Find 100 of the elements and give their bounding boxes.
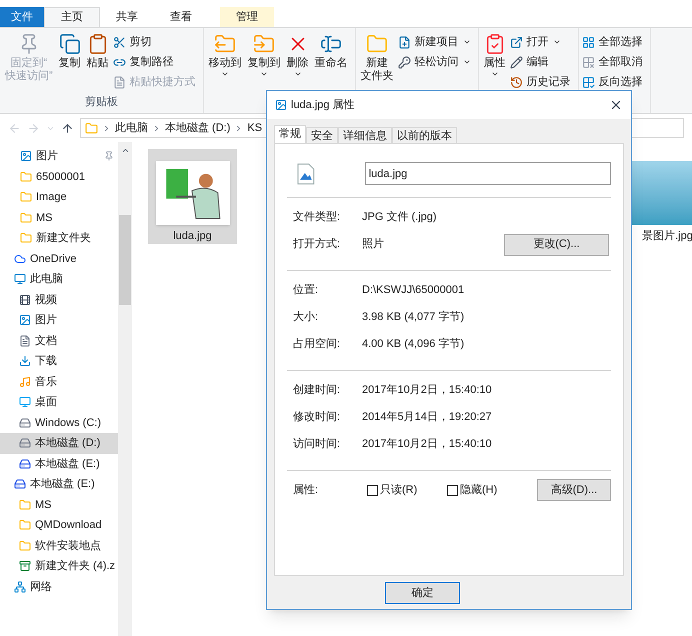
nav-item[interactable]: MS [0, 208, 118, 228]
docs-icon [19, 334, 31, 347]
nav-item[interactable]: 新建文件夹 (4).z [0, 556, 118, 576]
caret-icon [490, 70, 499, 78]
nav-item[interactable]: 网络 [0, 576, 118, 597]
property-value: 2017年10月2日，15:40:10 [362, 437, 492, 452]
attribute-checkbox[interactable]: 隐藏(H) [447, 482, 527, 498]
file-item[interactable]: luda.jpg [148, 149, 237, 244]
nav-item[interactable]: QMDownload [0, 515, 118, 536]
ribbon-tab[interactable]: 查看 [154, 7, 208, 27]
file-item[interactable]: 景图片.jpg [623, 149, 692, 244]
ribbon-button[interactable]: 历史记录 [510, 73, 575, 91]
dialog-title: luda.jpg 属性 [291, 98, 355, 113]
nav-item[interactable]: 音乐 [0, 372, 118, 392]
close-icon[interactable] [609, 98, 623, 112]
nav-item[interactable]: 本地磁盘 (E:) [0, 454, 118, 474]
nav-item[interactable]: 65000001 [0, 166, 118, 187]
nav-item[interactable]: 下载 [0, 351, 118, 372]
nav-item[interactable]: 桌面 [0, 392, 118, 412]
ribbon-button[interactable]: 粘贴 [84, 33, 111, 94]
property-label: 修改时间: [292, 410, 342, 426]
nav-item[interactable]: MS [0, 494, 118, 515]
ribbon-button[interactable]: 编辑 [510, 53, 575, 71]
ribbon-button[interactable]: 反向选择 [582, 73, 647, 91]
netdrive-icon [19, 458, 31, 470]
nav-item[interactable]: Windows (C:) [0, 412, 118, 433]
nav-item[interactable]: OneDrive [0, 248, 118, 269]
ribbon-button[interactable]: 轻松访问 [398, 53, 475, 71]
ribbon-icon [112, 36, 126, 48]
dialog-tab[interactable]: 常规 [274, 125, 306, 143]
ribbon-icon [320, 33, 342, 55]
ribbon-button[interactable]: 复制到 [246, 33, 283, 113]
ribbon-tab[interactable]: 管理 [220, 7, 274, 27]
property-label: 访问时间: [292, 436, 342, 452]
dialog-button[interactable]: 确定 [385, 582, 460, 604]
property-label: 创建时间: [292, 383, 342, 398]
ribbon-button[interactable]: 复制路径 [112, 53, 200, 71]
cloud-icon [14, 252, 26, 265]
nav-item[interactable]: 文档 [0, 330, 118, 351]
nav-item[interactable]: 本地磁盘 (D:) [0, 433, 118, 454]
pictures-icon [20, 150, 32, 162]
ribbon-tab[interactable]: 共享 [100, 7, 154, 27]
ribbon-button[interactable]: 全部选择 [582, 33, 647, 51]
ribbon-tab[interactable]: 文件 [0, 7, 44, 27]
nav-item[interactable]: 图片 [0, 310, 118, 330]
file-name: 景图片.jpg [642, 228, 692, 244]
ribbon-button[interactable]: 新建项目 [398, 33, 475, 51]
nav-item[interactable]: 视频 [0, 290, 118, 310]
dialog-tab[interactable]: 以前的版本 [392, 127, 457, 143]
ribbon-icon [253, 33, 276, 55]
ribbon-button[interactable]: 复制 [56, 33, 83, 94]
folder-icon [20, 170, 32, 183]
file-name-field[interactable]: luda.jpg [364, 162, 611, 185]
ribbon-button[interactable]: 新建 文件夹 [358, 33, 396, 113]
button-label: 重命名 [314, 57, 348, 70]
ribbon-icon [58, 33, 81, 55]
attribute-checkbox[interactable]: 只读(R) [367, 482, 447, 498]
breadcrumb[interactable]: 本地磁盘 (D:) [165, 120, 230, 136]
nav-item[interactable]: 图片 [0, 146, 118, 166]
checkbox[interactable] [367, 484, 378, 496]
ribbon-icon [510, 76, 523, 88]
button-label: 粘贴 [86, 57, 109, 70]
ribbon-button[interactable]: 剪切 [112, 33, 200, 51]
ribbon-icon [510, 56, 523, 68]
button-label: 属性 [484, 57, 506, 70]
nav-item[interactable]: 新建文件夹 [0, 228, 118, 248]
group-label: 剪贴板 [84, 94, 119, 110]
file-name: luda.jpg [173, 228, 212, 244]
chevron-icon [152, 124, 161, 132]
ribbon-button[interactable]: 属性 [482, 33, 508, 113]
checkbox[interactable] [447, 484, 458, 496]
breadcrumb[interactable]: 此电脑 [115, 120, 148, 136]
nav-item[interactable]: 本地磁盘 (E:) [0, 474, 118, 494]
ribbon-button[interactable]: 全部取消 [582, 53, 647, 71]
drive-icon [19, 437, 31, 450]
scrollbar[interactable] [118, 142, 132, 636]
up-icon[interactable] [61, 122, 74, 134]
dialog-tab[interactable]: 安全 [306, 127, 338, 143]
nav-item[interactable]: Image [0, 187, 118, 208]
nav-item[interactable]: 此电脑 [0, 269, 118, 290]
music-icon [19, 376, 31, 388]
ribbon-tab[interactable]: 主页 [44, 7, 100, 27]
property-value: 照片 [362, 237, 384, 252]
dialog-tab[interactable]: 详细信息 [338, 127, 392, 143]
netdrive-icon [14, 478, 26, 490]
advanced-button[interactable]: 高级(D)... [537, 479, 611, 501]
folder-icon [20, 212, 32, 224]
scroll-up-icon[interactable] [120, 146, 130, 155]
scrollbar-thumb[interactable] [119, 215, 131, 305]
breadcrumb[interactable]: KS [247, 120, 262, 136]
property-label: 占用空间: [292, 336, 342, 352]
ribbon-button[interactable]: 打开 [510, 33, 575, 51]
change-button[interactable]: 更改(C)... [504, 234, 609, 256]
ribbon-button[interactable]: 移动到 [206, 33, 244, 113]
ribbon-icon [112, 76, 126, 88]
property-value: 2017年10月2日，15:40:10 [362, 383, 492, 398]
ribbon-icon [582, 56, 595, 68]
nav-item[interactable]: 软件安装地点 [0, 536, 118, 556]
download-icon [19, 355, 31, 368]
property-label: 大小: [292, 310, 320, 326]
